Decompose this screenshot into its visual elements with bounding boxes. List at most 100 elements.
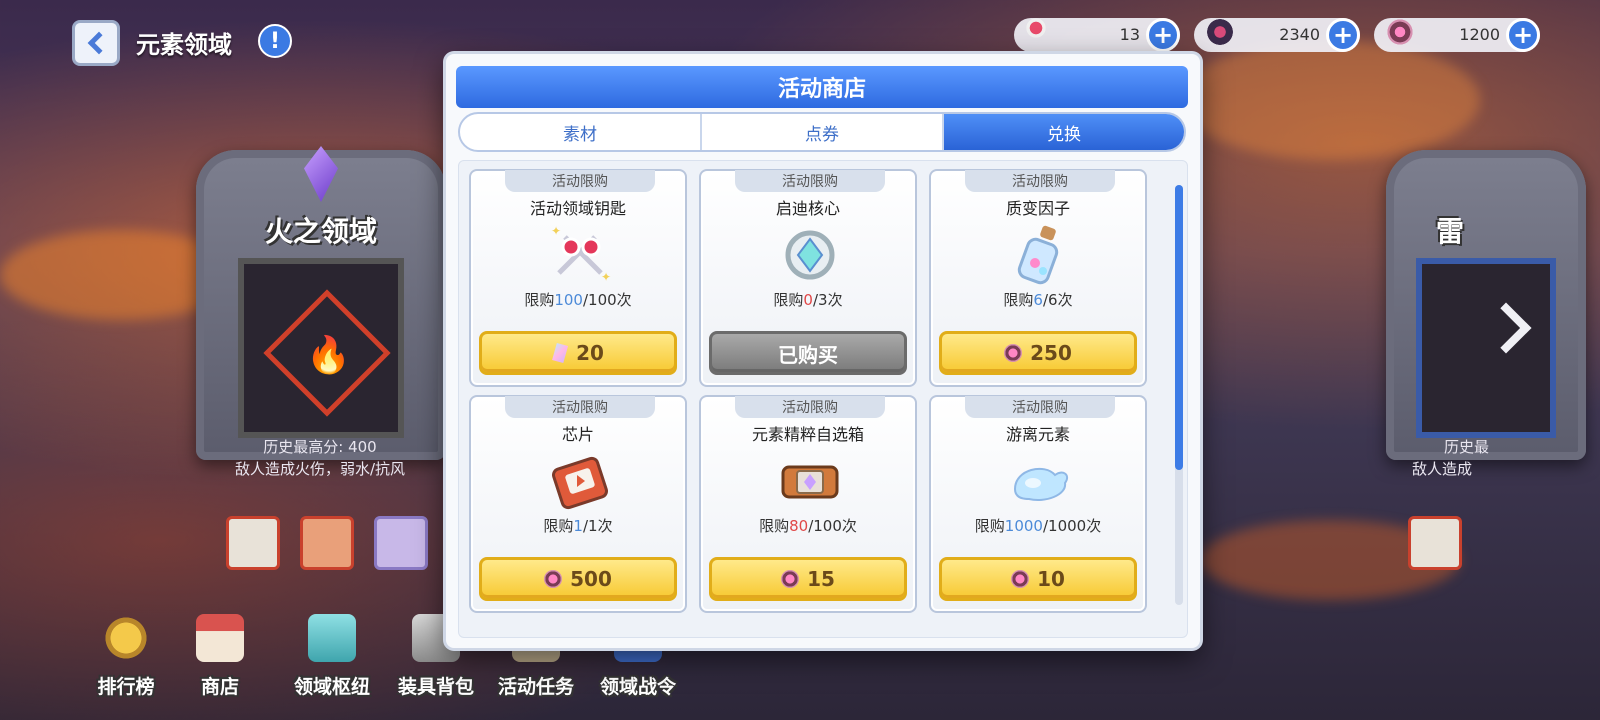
scrollbar-thumb[interactable]: [1175, 185, 1183, 470]
fire-domain-info: 历史最高分: 400 敌人造成火伤，弱水/抗风: [200, 436, 440, 480]
price: 250: [1030, 341, 1072, 365]
purchase-limit: 限购100/100次: [524, 291, 632, 309]
limited-tag: 活动限购: [965, 170, 1115, 192]
buy-button[interactable]: 20: [479, 331, 677, 375]
nav-label: 活动任务: [497, 676, 574, 698]
thunder-domain-info: 历史最 敌人造成: [1400, 436, 1560, 480]
element-coin-icon: [544, 570, 563, 588]
hub-icon: [308, 614, 356, 662]
purchase-limit: 限购1000/1000次: [974, 517, 1102, 535]
crystal-relic-icon[interactable]: [374, 516, 428, 570]
coin-relic-icon[interactable]: [300, 516, 354, 570]
limited-tag: 活动限购: [735, 170, 885, 192]
gate-door: 🔥: [238, 258, 404, 438]
shop-tabs: 素材 点券 兑换: [458, 112, 1186, 152]
price: 500: [570, 567, 612, 591]
add-ticket-button[interactable]: +: [1326, 18, 1360, 52]
key-item-icon: ✦ ✦: [551, 224, 611, 284]
key-currency: 13 +: [1014, 12, 1180, 52]
add-element-coin-button[interactable]: +: [1506, 18, 1540, 52]
key-count: 13: [1119, 25, 1140, 44]
svg-text:✦: ✦: [551, 224, 561, 238]
item-name: 芯片: [561, 425, 594, 444]
thunder-domain-gate[interactable]: 雷: [1386, 150, 1586, 460]
lava-glow: [1180, 40, 1480, 160]
key-icon: [1020, 12, 1060, 52]
purple-crystal-icon: [304, 146, 338, 202]
buy-button[interactable]: 15: [709, 557, 907, 601]
purchased-button: 已购买: [709, 331, 907, 375]
nav-domain-hub[interactable]: 领域枢纽: [274, 604, 390, 704]
purchase-limit: 限购1/1次: [543, 517, 613, 535]
page-title: 元素领域: [136, 31, 232, 59]
buy-button[interactable]: 10: [939, 557, 1137, 601]
ticket-icon: [1200, 12, 1240, 52]
chevron-left-icon: [87, 31, 111, 55]
tab-vouchers[interactable]: 点券: [702, 114, 944, 150]
sold-label: 已购买: [778, 342, 838, 367]
ticket-currency: 2340 +: [1194, 12, 1360, 52]
item-name: 元素精粹自选箱: [751, 425, 864, 444]
domain-desc: 敌人造成火伤，弱水/抗风: [234, 460, 406, 478]
element-coin-count: 1200: [1459, 25, 1500, 44]
fire-domain-title: 火之领域: [264, 215, 377, 248]
gem-icon: [552, 343, 569, 363]
shop-item-grid: 活动限购 活动领域钥匙 ✦ ✦ 限购100/100次 20 活动限购 启迪核心: [458, 160, 1188, 638]
best-score: 历史最: [1444, 438, 1490, 456]
chip-item-icon: [552, 456, 608, 510]
add-key-button[interactable]: +: [1146, 18, 1180, 52]
limited-tag: 活动限购: [505, 170, 655, 192]
item-name: 游离元素: [1005, 425, 1070, 444]
item-name: 活动领域钥匙: [529, 199, 626, 218]
element-coin-icon: [781, 570, 800, 588]
nav-label: 排行榜: [97, 676, 155, 698]
flame-icon: 🔥: [306, 335, 351, 376]
shop-item-card: 活动限购 芯片 限购1/1次 500: [469, 395, 687, 613]
shop-item-card: 活动限购 游离元素 限购1000/1000次 10: [929, 395, 1147, 613]
best-score: 历史最高分: 400: [263, 438, 377, 456]
slime-item-icon: [1013, 467, 1069, 501]
element-coin-icon: [1011, 570, 1030, 588]
nav-label: 领域枢纽: [293, 676, 370, 698]
thunder-domain-title: 雷: [1436, 215, 1465, 248]
scrollbar[interactable]: [1175, 185, 1183, 605]
nav-leaderboard[interactable]: 排行榜: [76, 604, 176, 704]
gear-relic-icon[interactable]: [226, 516, 280, 570]
tab-materials[interactable]: 素材: [460, 114, 702, 150]
shop-item-card: 活动限购 活动领域钥匙 ✦ ✦ 限购100/100次 20: [469, 169, 687, 387]
item-name: 启迪核心: [775, 199, 840, 218]
element-coin-icon: [1004, 344, 1023, 362]
purchase-limit: 限购80/100次: [759, 517, 857, 535]
limited-tag: 活动限购: [505, 396, 655, 418]
purchase-limit: 限购0/3次: [773, 291, 843, 309]
element-coin-currency: 1200 +: [1374, 12, 1540, 52]
statue-relic-icon[interactable]: [1408, 516, 1462, 570]
element-coin-icon: [1380, 12, 1420, 52]
shop-item-card: 活动限购 启迪核心 限购0/3次 已购买: [699, 169, 917, 387]
rank-medal-icon: [102, 614, 150, 662]
core-item-icon: [785, 230, 835, 280]
buy-button[interactable]: 250: [939, 331, 1137, 375]
limited-tag: 活动限购: [735, 396, 885, 418]
dialog-title: 活动商店: [456, 66, 1188, 108]
purchase-limit: 限购6/6次: [1003, 291, 1073, 309]
fire-domain-gate[interactable]: 火之领域 🔥: [196, 146, 446, 460]
gate-door: [1416, 258, 1556, 438]
back-button[interactable]: [72, 20, 120, 66]
item-name: 质变因子: [1005, 199, 1070, 218]
ticket-count: 2340: [1279, 25, 1320, 44]
price: 15: [807, 567, 835, 591]
nav-label: 领域战令: [599, 676, 676, 698]
tab-exchange[interactable]: 兑换: [944, 114, 1184, 150]
help-icon[interactable]: !: [258, 24, 292, 58]
buy-button[interactable]: 500: [479, 557, 677, 601]
svg-text:✦: ✦: [601, 270, 611, 284]
nav-shop[interactable]: 商店: [170, 604, 270, 704]
shop-item-card: 活动限购 质变因子 限购6/6次 250: [929, 169, 1147, 387]
price: 20: [576, 341, 604, 365]
shop-icon: [196, 614, 244, 662]
nav-label: 商店: [200, 676, 239, 698]
bottle-item-icon: [1017, 225, 1059, 285]
price: 10: [1037, 567, 1065, 591]
shop-item-card: 活动限购 元素精粹自选箱 限购80/100次 15: [699, 395, 917, 613]
